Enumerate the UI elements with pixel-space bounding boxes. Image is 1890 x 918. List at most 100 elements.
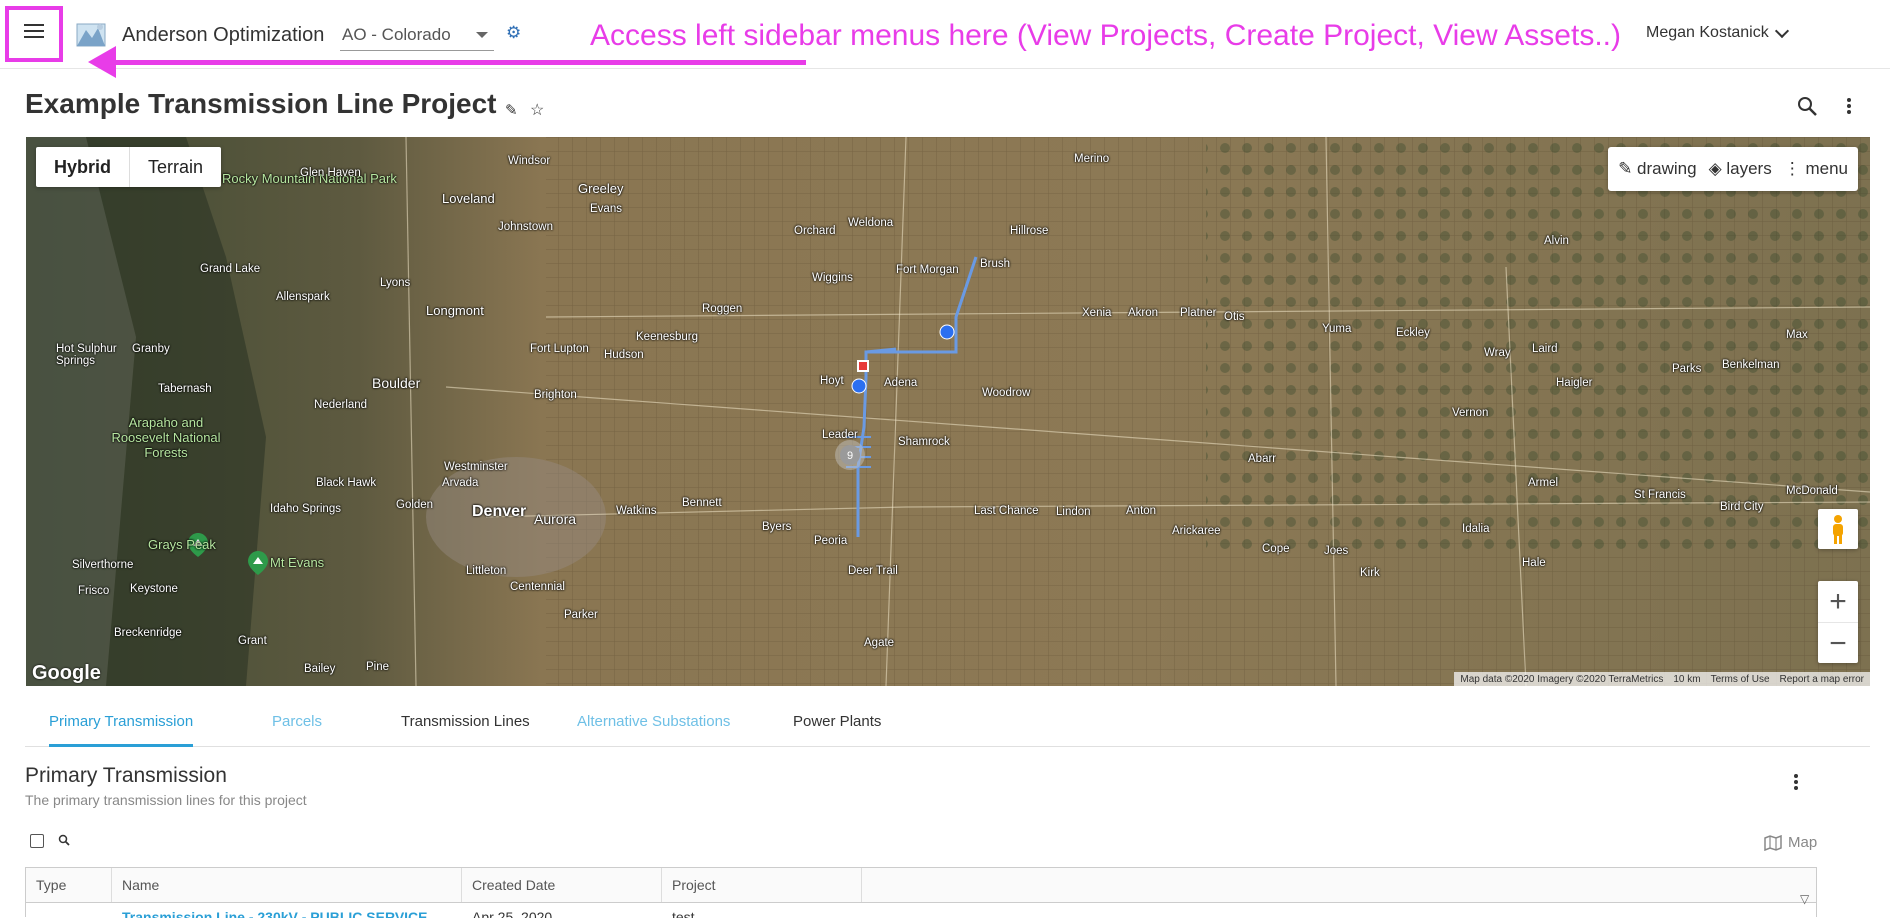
user-menu[interactable]: Megan Kostanick: [1646, 23, 1789, 42]
map-label: Merino: [1074, 153, 1110, 165]
menu-label: menu: [1805, 159, 1848, 178]
map-label: Alvin: [1544, 235, 1569, 247]
map-scale: 10 km: [1673, 673, 1701, 685]
section-title: Primary Transmission: [25, 764, 227, 787]
map-label: Grays Peak: [148, 537, 216, 552]
search-icon[interactable]: [1796, 95, 1818, 117]
map-label: Allenspark: [276, 291, 330, 303]
map-label: Hillrose: [1010, 225, 1049, 237]
report-map-error-link[interactable]: Report a map error: [1780, 674, 1864, 685]
section-subtitle: The primary transmission lines for this …: [25, 792, 307, 808]
map-label: Cope: [1262, 543, 1290, 555]
map-label: Evans: [590, 203, 622, 215]
caret-down-icon: [476, 32, 488, 38]
map-label: Grand Lake: [200, 263, 261, 275]
map-label: Byers: [762, 521, 792, 533]
search-icon[interactable]: [58, 834, 70, 846]
map-label: Black Hawk: [316, 477, 377, 489]
zoom-control: + −: [1818, 581, 1858, 663]
more-vertical-icon[interactable]: [1793, 772, 1799, 794]
map-label: Deer Trail: [848, 565, 898, 577]
map-label: Centennial: [510, 581, 565, 593]
map-type-control: Hybrid Terrain: [36, 147, 222, 187]
marker-square-icon[interactable]: [856, 359, 870, 373]
column-header-name[interactable]: Name: [112, 868, 462, 902]
marker-pin-icon[interactable]: [938, 323, 956, 341]
map-label: Bailey: [304, 663, 336, 675]
row-name-link[interactable]: Transmission Line - 230kV - PUBLIC SERVI…: [122, 909, 443, 918]
map-label: Glen Haven: [300, 167, 361, 179]
map-label: Parks: [1672, 363, 1702, 375]
map-label: Boulder: [372, 375, 421, 391]
map-view-button[interactable]: Map: [1764, 834, 1817, 851]
hamburger-menu-icon: [24, 24, 44, 38]
map[interactable]: 9 Denver Aurora Boulder Longmont Lovelan…: [26, 137, 1870, 686]
zoom-in-button[interactable]: +: [1818, 581, 1858, 623]
marker-pin-icon[interactable]: [850, 377, 868, 395]
map-label: Idalia: [1462, 523, 1490, 535]
filter-icon[interactable]: ▽: [1800, 892, 1809, 906]
annotation-arrow-icon: [88, 46, 116, 78]
tab-transmission-lines[interactable]: Transmission Lines: [401, 704, 530, 744]
gear-icon[interactable]: ⚙: [506, 24, 524, 42]
map-label: Bird City: [1720, 501, 1764, 513]
row-project: test: [672, 909, 695, 918]
map-label: Littleton: [466, 565, 507, 577]
layers-label: layers: [1726, 159, 1772, 178]
tab-alternative-substations[interactable]: Alternative Substations: [577, 704, 730, 744]
map-label: Vernon: [1452, 407, 1489, 419]
map-label: Hudson: [604, 349, 644, 361]
map-type-terrain-button[interactable]: Terrain: [130, 147, 221, 187]
column-header-created-date[interactable]: Created Date: [462, 868, 662, 902]
peak-marker-icon: [248, 551, 268, 575]
terms-of-use-link[interactable]: Terms of Use: [1711, 674, 1770, 685]
layers-button[interactable]: ◈ layers: [1709, 159, 1772, 179]
map-label: Johnstown: [498, 221, 553, 233]
more-vertical-icon[interactable]: [1846, 96, 1852, 118]
column-header-project[interactable]: Project: [662, 868, 862, 902]
map-label: Weldona: [848, 217, 894, 229]
map-label: Idaho Springs: [270, 503, 341, 515]
map-label: Wray: [1484, 347, 1511, 359]
map-label: Orchard: [794, 225, 836, 237]
map-label: Joes: [1324, 545, 1349, 557]
map-label: Woodrow: [982, 387, 1031, 399]
map-label: Windsor: [508, 155, 551, 167]
drawing-button[interactable]: ✎ drawing: [1618, 159, 1697, 179]
street-view-pegman-button[interactable]: [1818, 509, 1858, 549]
annotation-text: Access left sidebar menus here (View Pro…: [590, 19, 1621, 52]
map-label: Greeley: [578, 181, 624, 196]
map-label: Loveland: [442, 191, 495, 206]
tab-parcels[interactable]: Parcels: [272, 704, 322, 744]
tab-primary-transmission[interactable]: Primary Transmission: [49, 704, 194, 747]
map-label: Nederland: [314, 399, 368, 411]
row-created-date: Apr 25, 2020: [472, 909, 553, 918]
edit-pencil-icon[interactable]: ✎: [505, 101, 518, 119]
map-label: Anton: [1126, 505, 1157, 517]
marker-cluster-icon[interactable]: 9: [834, 439, 866, 471]
map-type-hybrid-button[interactable]: Hybrid: [36, 147, 131, 187]
column-header-type[interactable]: Type: [26, 868, 112, 902]
map-label: Haigler: [1556, 377, 1593, 389]
organization-select[interactable]: AO - Colorado: [340, 20, 494, 51]
tab-power-plants[interactable]: Power Plants: [793, 704, 881, 744]
map-label: Agate: [864, 637, 895, 649]
favorite-star-icon[interactable]: ☆: [530, 100, 544, 120]
map-label: Leader: [822, 429, 858, 441]
map-label: Arvada: [442, 477, 479, 489]
map-data-attribution: Map data ©2020 Imagery ©2020 TerraMetric…: [1460, 673, 1664, 685]
map-label: Adena: [884, 377, 918, 389]
map-label: Frisco: [78, 585, 110, 597]
map-label: Keenesburg: [636, 331, 699, 343]
zoom-out-button[interactable]: −: [1818, 623, 1858, 664]
map-label: Fort Morgan: [896, 264, 959, 276]
map-imagery: [26, 137, 1870, 686]
app-name: Anderson Optimization: [122, 24, 325, 46]
map-menu-button[interactable]: ⋮ menu: [1784, 159, 1848, 179]
map-label: Wiggins: [812, 272, 853, 284]
map-label: St Francis: [1634, 489, 1686, 501]
map-label: Laird: [1532, 343, 1558, 355]
hamburger-menu-button[interactable]: [5, 6, 63, 62]
project-title: Example Transmission Line Project: [25, 88, 497, 119]
select-all-checkbox[interactable]: [30, 834, 44, 848]
